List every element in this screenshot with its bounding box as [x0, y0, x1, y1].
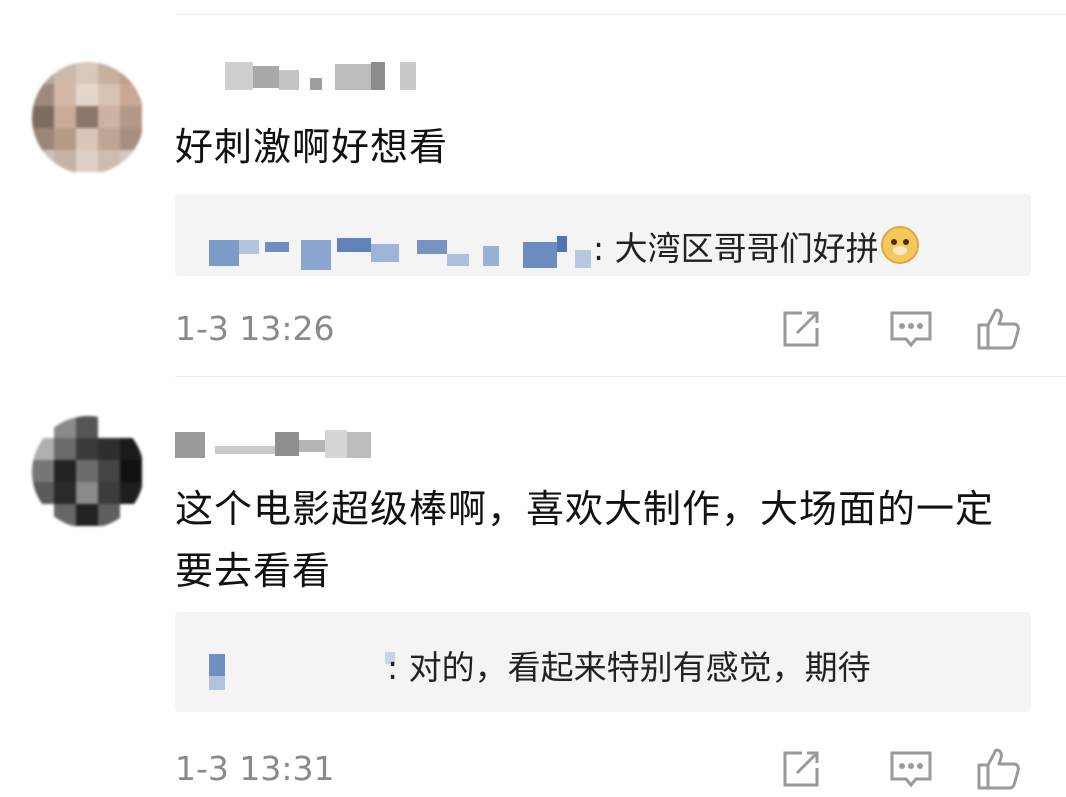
comment-bubble-icon	[890, 311, 932, 348]
avatar[interactable]	[32, 62, 144, 174]
avatar[interactable]	[32, 416, 144, 528]
timestamp: 1-3 13:31	[175, 749, 335, 788]
repost-button[interactable]	[776, 304, 826, 354]
like-button[interactable]	[974, 744, 1024, 794]
comment-text: 好刺激啊好想看	[175, 125, 449, 169]
thumbs-up-icon	[977, 748, 1020, 790]
reply-text: : 对的，看起来特别有感觉，期待	[387, 648, 871, 687]
reply-username-redacted[interactable]	[205, 652, 415, 690]
share-square-icon	[783, 311, 819, 347]
username-redacted[interactable]	[175, 62, 435, 96]
username-redacted[interactable]	[175, 428, 395, 462]
comment-meta: 1-3 13:31	[175, 744, 1026, 794]
like-button[interactable]	[974, 304, 1024, 354]
reply-box[interactable]: : 对的，看起来特别有感觉，期待	[175, 612, 1031, 712]
comment-meta: 1-3 13:26	[175, 304, 1026, 354]
comment-button[interactable]	[886, 304, 936, 354]
thumbs-up-icon	[977, 308, 1020, 350]
doge-emoji-icon	[880, 226, 919, 264]
repost-button[interactable]	[776, 744, 826, 794]
reply-text: : 大湾区哥哥们好拼	[593, 226, 919, 269]
comment-button[interactable]	[886, 744, 936, 794]
reply-username-redacted[interactable]	[205, 236, 595, 270]
comment-text: 这个电影超级棒啊，喜欢大制作，大场面的一定要去看看	[175, 487, 995, 593]
reply-box[interactable]: : 大湾区哥哥们好拼	[175, 194, 1031, 276]
top-divider	[175, 14, 1066, 15]
comment-bubble-icon	[890, 751, 932, 788]
action-bar	[746, 744, 1026, 794]
timestamp: 1-3 13:26	[175, 309, 335, 348]
action-bar	[746, 304, 1026, 354]
comment-divider	[175, 376, 1066, 377]
share-square-icon	[783, 751, 819, 787]
